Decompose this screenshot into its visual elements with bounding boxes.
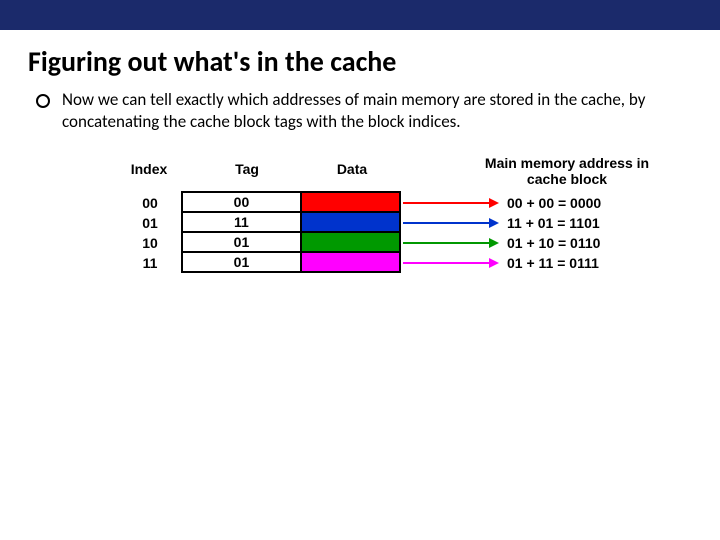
tag-cell: 01 — [182, 232, 301, 252]
table-row: 11 — [182, 212, 400, 232]
slide-title: Figuring out what's in the cache — [28, 44, 720, 79]
arrow-group — [403, 193, 498, 273]
header-index: Index — [119, 161, 179, 177]
index-value: 01 — [135, 213, 165, 233]
index-value: 11 — [135, 253, 165, 273]
address-value: 01 + 10 = 0110 — [507, 233, 601, 253]
address-column: 00 + 00 = 0000 11 + 01 = 1101 01 + 10 = … — [507, 193, 601, 273]
index-value: 00 — [135, 193, 165, 213]
data-cell — [301, 252, 400, 272]
arrow-icon — [403, 262, 498, 264]
table-row: 00 — [182, 192, 400, 212]
data-cell — [301, 212, 400, 232]
arrow-icon — [403, 242, 498, 244]
bullet-icon — [36, 94, 50, 108]
index-column: 00 01 10 11 — [135, 193, 165, 273]
data-cell — [301, 232, 400, 252]
bullet-item: Now we can tell exactly which addresses … — [58, 89, 676, 133]
header-data: Data — [312, 161, 392, 177]
header-tag: Tag — [217, 161, 277, 177]
address-value: 11 + 01 = 1101 — [507, 213, 601, 233]
table-row: 01 — [182, 252, 400, 272]
cache-diagram: Index Tag Data Main memory address in ca… — [87, 161, 647, 301]
arrow-icon — [403, 202, 498, 204]
bullet-text: Now we can tell exactly which addresses … — [62, 89, 676, 133]
address-value: 00 + 00 = 0000 — [507, 193, 601, 213]
address-value: 01 + 11 = 0111 — [507, 253, 601, 273]
tag-cell: 01 — [182, 252, 301, 272]
slide-top-bar — [0, 0, 720, 30]
data-cell — [301, 192, 400, 212]
index-value: 10 — [135, 233, 165, 253]
table-row: 01 — [182, 232, 400, 252]
tag-cell: 00 — [182, 192, 301, 212]
cache-table: 00 11 01 01 — [181, 191, 401, 273]
tag-cell: 11 — [182, 212, 301, 232]
arrow-icon — [403, 222, 498, 224]
header-main: Main memory address in cache block — [477, 155, 657, 187]
